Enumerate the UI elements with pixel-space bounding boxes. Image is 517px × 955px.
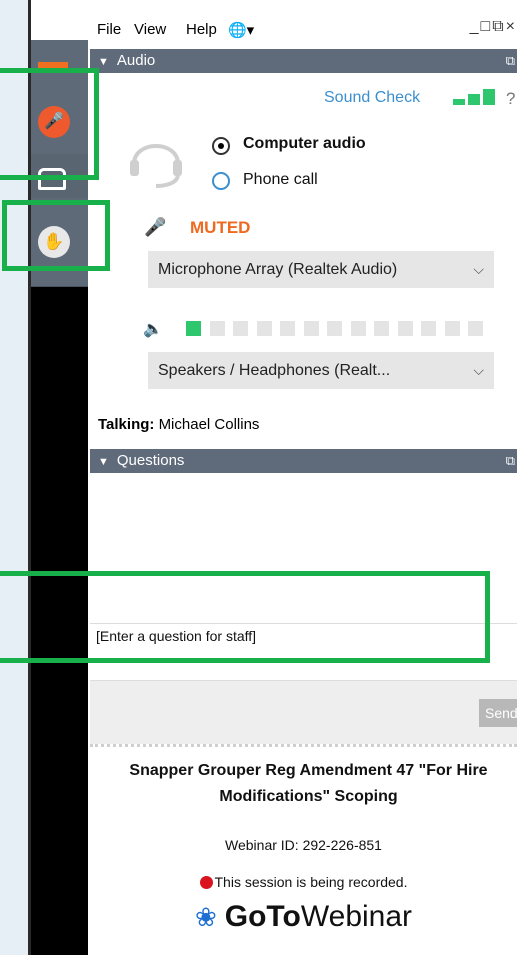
computer-audio-label[interactable]: Computer audio <box>243 135 366 153</box>
globe-icon[interactable]: 🌐▾ <box>228 21 254 39</box>
audio-level-meter <box>186 321 492 337</box>
level-segment <box>374 321 390 336</box>
speaker-select-value: Speakers / Headphones (Realt... <box>158 362 391 379</box>
menu-bar: File View Help 🌐▾ _□⧉× <box>88 0 517 44</box>
recording-text: This session is being recorded. <box>214 874 408 890</box>
level-segment <box>256 321 272 336</box>
send-button[interactable]: Send <box>479 699 517 727</box>
level-segment <box>468 321 484 336</box>
signal-strength-icon <box>453 89 495 105</box>
menu-file[interactable]: File <box>97 21 121 38</box>
level-segment <box>280 321 296 336</box>
webinar-info-panel: Snapper Grouper Reg Amendment 47 "For Hi… <box>90 750 517 955</box>
level-segment <box>209 321 225 336</box>
questions-section-title: Questions <box>116 452 185 469</box>
webinar-title: Snapper Grouper Reg Amendment 47 "For Hi… <box>129 762 488 805</box>
phone-call-label[interactable]: Phone call <box>243 171 318 189</box>
popout-icon[interactable]: ⧉ <box>506 49 515 73</box>
recording-notice: This session is being recorded. <box>90 874 517 890</box>
popout-icon[interactable]: ⧉ <box>506 449 515 473</box>
highlight-box-mute <box>0 68 99 180</box>
mute-status: MUTED <box>190 218 251 237</box>
level-segment <box>421 321 437 336</box>
brand-webinar: Webinar <box>300 900 413 933</box>
level-segment <box>444 321 460 336</box>
microphone-select-value: Microphone Array (Realtek Audio) <box>158 261 398 278</box>
questions-section-header[interactable]: ▼ Questions ⧉ <box>90 449 517 473</box>
window-controls[interactable]: _□⧉× <box>470 18 517 36</box>
audio-section-header[interactable]: ▼ Audio ⧉ <box>90 49 517 73</box>
talking-label: Talking: <box>98 416 155 433</box>
sound-check-link[interactable]: Sound Check <box>324 89 420 107</box>
talking-indicator: Talking: Michael Collins <box>98 416 259 433</box>
phone-call-radio[interactable] <box>212 172 230 190</box>
menu-help[interactable]: Help <box>186 21 217 38</box>
chevron-down-icon: ⌵ <box>473 362 484 378</box>
chevron-down-icon: ⌵ <box>473 261 484 277</box>
level-segment <box>303 321 319 336</box>
level-segment <box>327 321 343 336</box>
muted-microphone-icon[interactable]: 🎤 <box>144 217 166 238</box>
computer-audio-radio[interactable] <box>212 137 230 155</box>
menu-view[interactable]: View <box>134 21 166 38</box>
recording-dot-icon <box>199 876 213 889</box>
microphone-select[interactable]: Microphone Array (Realtek Audio) ⌵ <box>148 251 494 288</box>
collapse-triangle-icon[interactable]: ▼ <box>98 450 109 474</box>
webinar-id: Webinar ID: 292-226-851 <box>225 837 382 853</box>
highlight-box-raise-hand <box>2 200 110 271</box>
collapse-triangle-icon[interactable]: ▼ <box>98 50 109 74</box>
level-segment <box>233 321 249 336</box>
gotowebinar-logo: ❀ GoToWebinar <box>90 900 517 934</box>
speaker-volume-icon: 🔈 <box>143 321 163 338</box>
level-segment <box>397 321 413 336</box>
audio-help-icon[interactable]: ? <box>506 89 515 109</box>
speaker-select[interactable]: Speakers / Headphones (Realt... ⌵ <box>148 352 494 389</box>
headset-icon <box>130 144 182 188</box>
level-segment <box>350 321 366 336</box>
gotowebinar-flower-icon: ❀ <box>194 902 217 932</box>
highlight-box-question-input <box>0 571 490 663</box>
audio-section-title: Audio <box>116 52 156 69</box>
level-segment <box>186 321 201 336</box>
send-bar: Send <box>90 681 517 744</box>
brand-goto: GoTo <box>224 900 301 933</box>
drag-divider[interactable] <box>90 744 517 747</box>
rail-top-spacer <box>31 0 88 40</box>
talking-name: Michael Collins <box>158 416 260 433</box>
